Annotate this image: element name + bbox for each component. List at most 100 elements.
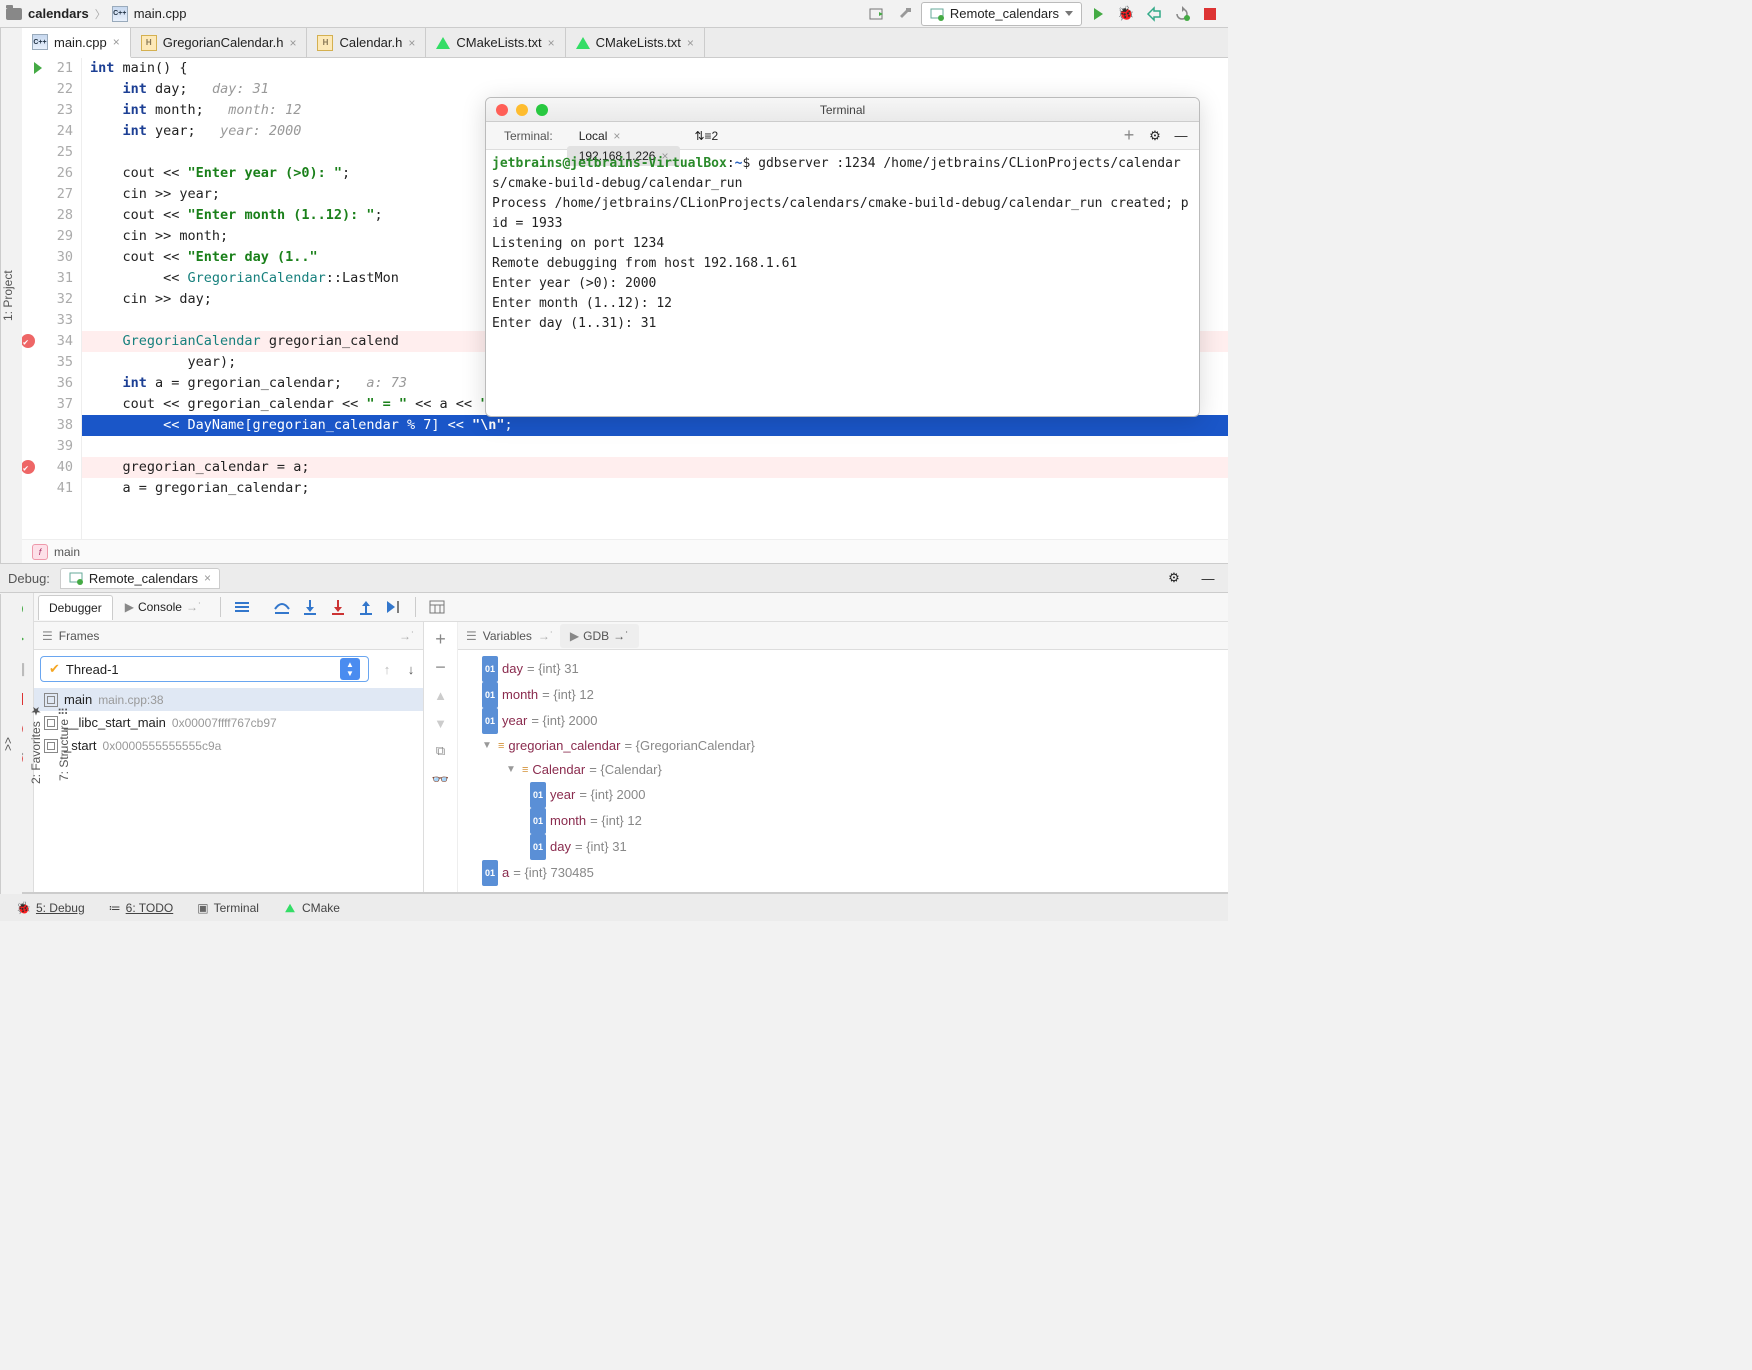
- show-execution-point-button[interactable]: [229, 595, 255, 619]
- frames-menu-icon[interactable]: →˙: [399, 629, 415, 643]
- stop-button[interactable]: [1198, 2, 1222, 26]
- window-controls[interactable]: [496, 104, 548, 116]
- tree-toggle-icon[interactable]: ▼: [506, 758, 518, 782]
- cmake-icon: [576, 37, 590, 49]
- gutter[interactable]: 2122232425262728293031323334353637383940…: [22, 58, 82, 539]
- frame-icon: [44, 739, 58, 753]
- editor-tab[interactable]: CMakeLists.txt ×: [566, 28, 705, 57]
- variable-row[interactable]: 01 day = {int} 31: [462, 834, 1224, 860]
- glasses-icon[interactable]: 👓: [430, 768, 452, 790]
- hammer-icon[interactable]: [893, 2, 917, 26]
- stack-frame[interactable]: _start 0x0000555555555c9a: [34, 734, 423, 757]
- variable-row[interactable]: 01 day = {int} 31: [462, 656, 1224, 682]
- run-config-selector[interactable]: Remote_calendars: [921, 2, 1082, 26]
- zoom-window-icon[interactable]: [536, 104, 548, 116]
- primitive-badge-icon: 01: [530, 808, 546, 834]
- terminal-split-indicator[interactable]: ⇅≡2: [682, 126, 730, 146]
- stepper-arrows-icon[interactable]: ▲▼: [340, 658, 360, 680]
- project-tool-tab[interactable]: 1: Project: [1, 270, 15, 321]
- close-icon[interactable]: ×: [408, 36, 415, 50]
- close-icon[interactable]: ×: [687, 36, 694, 50]
- new-terminal-tab-button[interactable]: +: [1117, 124, 1141, 148]
- primitive-badge-icon: 01: [482, 656, 498, 682]
- terminal-tab[interactable]: Local ×: [567, 126, 681, 146]
- variable-row[interactable]: ▼≡ gregorian_calendar = {GregorianCalend…: [462, 734, 1224, 758]
- variables-tree[interactable]: 01 day = {int} 3101 month = {int} 1201 y…: [458, 650, 1228, 892]
- close-icon[interactable]: ×: [289, 36, 296, 50]
- frames-list[interactable]: main main.cpp:38__libc_start_main 0x0000…: [34, 688, 423, 757]
- next-frame-button[interactable]: ↓: [399, 657, 423, 681]
- debug-tool-window-header: Debug: Remote_calendars × ⚙ —: [0, 563, 1228, 593]
- attach-button[interactable]: [1142, 2, 1166, 26]
- variable-row[interactable]: 01 year = {int} 2000: [462, 782, 1224, 808]
- prev-frame-button[interactable]: ↑: [375, 657, 399, 681]
- step-into-button[interactable]: [297, 595, 323, 619]
- terminal-hide-button[interactable]: —: [1169, 124, 1193, 148]
- thread-selector[interactable]: ✔ Thread-1 ▲▼: [40, 656, 369, 682]
- thread-check-icon: ✔: [49, 661, 60, 677]
- frames-title: Frames: [59, 629, 100, 643]
- console-tab[interactable]: ▶Console →˙: [115, 595, 212, 619]
- step-out-button[interactable]: [353, 595, 379, 619]
- remove-watch-button[interactable]: −: [430, 656, 452, 678]
- structure-tool-tab[interactable]: 7: Structure ⠿: [57, 707, 71, 781]
- tab-label: CMakeLists.txt: [596, 35, 681, 50]
- variable-row[interactable]: ▼≡ Calendar = {Calendar}: [462, 758, 1224, 782]
- thread-name: Thread-1: [66, 662, 119, 677]
- breadcrumb[interactable]: calendars 〉 C++ main.cpp: [6, 6, 186, 22]
- copy-watch-button[interactable]: ⧉: [430, 740, 452, 762]
- debugger-tab[interactable]: Debugger: [38, 595, 113, 620]
- terminal-output[interactable]: jetbrains@jetbrains-VirtualBox:~$ gdbser…: [486, 150, 1199, 416]
- more-tool-tab[interactable]: >>: [1, 737, 15, 751]
- editor-tab[interactable]: HCalendar.h×: [307, 28, 426, 57]
- variable-row[interactable]: 01 month = {int} 12: [462, 808, 1224, 834]
- minimize-window-icon[interactable]: [516, 104, 528, 116]
- tab-label: CMakeLists.txt: [456, 35, 541, 50]
- close-icon[interactable]: ×: [204, 571, 211, 585]
- debug-tool-tab[interactable]: 🐞 5: Debug: [6, 897, 95, 919]
- tree-toggle-icon[interactable]: ▼: [482, 734, 494, 758]
- variable-row[interactable]: 01 month = {int} 12: [462, 682, 1224, 708]
- variables-header: ☰ Variables →˙ ▶GDB →˙: [458, 622, 1228, 650]
- favorites-tool-tab[interactable]: 2: Favorites ★: [29, 704, 43, 784]
- editor-tab[interactable]: C++main.cpp×: [22, 28, 131, 58]
- debug-hide-button[interactable]: —: [1196, 566, 1220, 590]
- terminal-titlebar[interactable]: Terminal: [486, 98, 1199, 122]
- close-icon[interactable]: ×: [113, 35, 120, 49]
- debug-settings-button[interactable]: ⚙: [1162, 566, 1186, 590]
- primitive-badge-icon: 01: [482, 708, 498, 734]
- step-over-button[interactable]: [269, 595, 295, 619]
- cmake-tool-tab[interactable]: CMake: [273, 897, 350, 919]
- run-to-cursor-button[interactable]: [381, 595, 407, 619]
- close-icon[interactable]: ×: [613, 129, 620, 143]
- close-window-icon[interactable]: [496, 104, 508, 116]
- terminal-tool-tab[interactable]: ▣ Terminal: [187, 897, 269, 919]
- down-watch-button[interactable]: ▼: [430, 712, 452, 734]
- close-icon[interactable]: ×: [548, 36, 555, 50]
- variable-row[interactable]: 01 year = {int} 2000: [462, 708, 1224, 734]
- up-watch-button[interactable]: ▲: [430, 684, 452, 706]
- evaluate-expression-button[interactable]: [424, 595, 450, 619]
- terminal-settings-button[interactable]: ⚙: [1143, 124, 1167, 148]
- add-watch-button[interactable]: +: [430, 628, 452, 650]
- frame-icon: [44, 716, 58, 730]
- editor-tab[interactable]: CMakeLists.txt ×: [426, 28, 565, 57]
- gdb-tab[interactable]: ▶GDB →˙: [560, 624, 639, 648]
- debug-button[interactable]: 🐞: [1114, 2, 1138, 26]
- terminal-window[interactable]: Terminal Terminal: Local ×Local ×192.168…: [485, 97, 1200, 417]
- force-step-into-button[interactable]: [325, 595, 351, 619]
- rerun-button[interactable]: [1170, 2, 1194, 26]
- build-button[interactable]: [865, 2, 889, 26]
- run-button[interactable]: [1086, 2, 1110, 26]
- todo-tool-tab[interactable]: ≔ 6: TODO: [99, 897, 184, 919]
- frame-icon: [44, 693, 58, 707]
- stack-frame[interactable]: main main.cpp:38: [34, 688, 423, 711]
- editor-tab[interactable]: HGregorianCalendar.h×: [131, 28, 308, 57]
- cpp-file-icon: C++: [112, 6, 128, 22]
- function-breadcrumb[interactable]: f main: [22, 539, 1228, 563]
- debug-session-tab[interactable]: Remote_calendars ×: [60, 568, 220, 589]
- stack-frame[interactable]: __libc_start_main 0x00007ffff767cb97: [34, 711, 423, 734]
- variable-row[interactable]: 01 a = {int} 730485: [462, 860, 1224, 886]
- h-file-icon: H: [317, 35, 333, 51]
- left-tool-strip-lower: >> 2: Favorites ★ 7: Structure ⠿: [0, 594, 22, 894]
